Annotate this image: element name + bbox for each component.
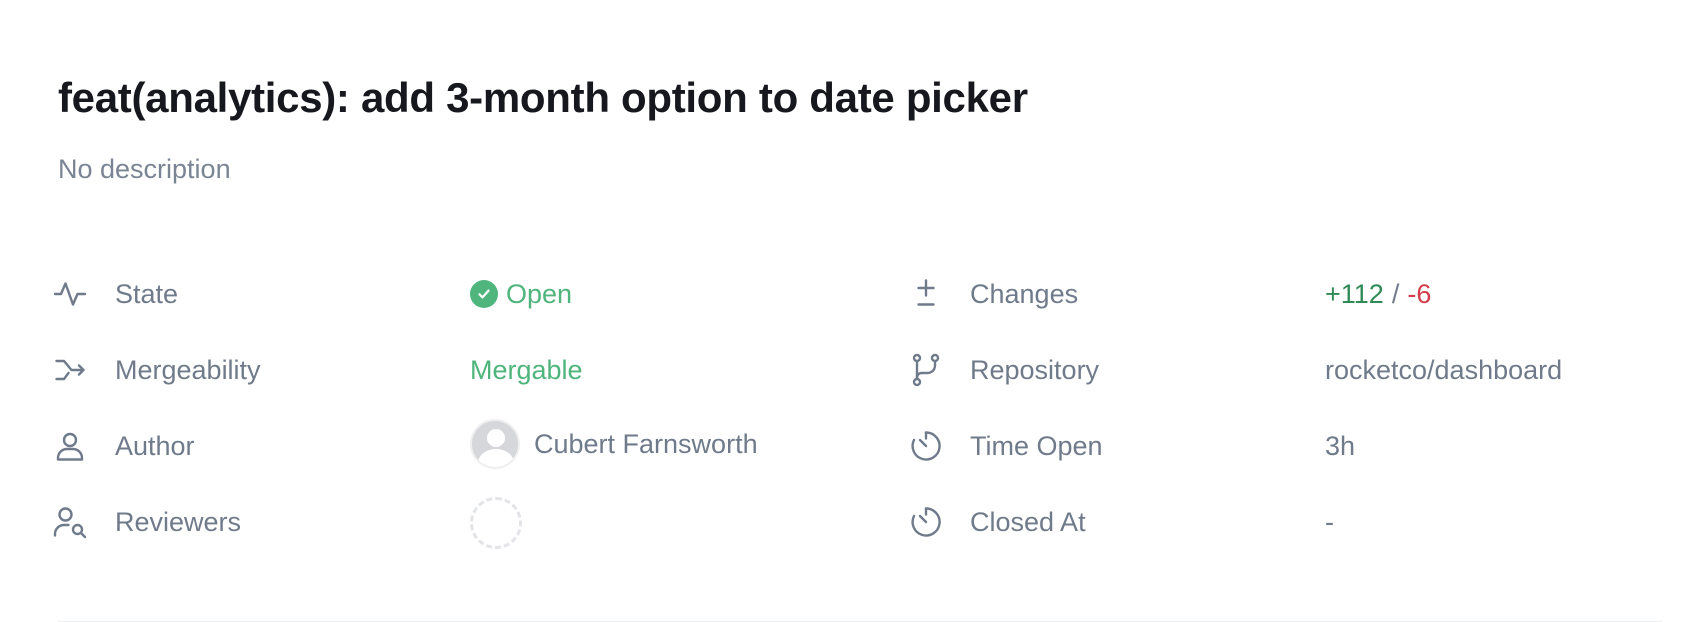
changes-label: Changes xyxy=(970,278,1079,309)
author-value[interactable]: Cubert Farnsworth xyxy=(470,416,758,472)
user-icon xyxy=(52,428,88,464)
repository-value[interactable]: rocketco/dashboard xyxy=(1325,350,1562,390)
time-open-label: Time Open xyxy=(970,430,1103,461)
state-value: Open xyxy=(506,278,573,309)
reviewers-value[interactable] xyxy=(470,496,522,550)
empty-reviewer-avatar[interactable] xyxy=(470,497,522,549)
field-reviewers xyxy=(52,502,88,542)
deletions-count: -6 xyxy=(1407,278,1432,309)
closed-at-label: Closed At xyxy=(970,506,1086,537)
additions-count: +112 xyxy=(1325,278,1384,309)
page-title: feat(analytics): add 3-month option to d… xyxy=(58,74,1028,121)
field-closed-at xyxy=(908,502,944,542)
pr-description: No description xyxy=(58,154,231,184)
plus-minus-icon xyxy=(908,276,944,312)
check-icon xyxy=(470,280,498,308)
time-open-value: 3h xyxy=(1325,430,1356,461)
closed-at-value: - xyxy=(1325,506,1334,537)
field-state xyxy=(52,274,88,314)
author-label: Author xyxy=(115,430,195,461)
mergeability-value: Mergable xyxy=(470,354,583,385)
user-search-icon xyxy=(52,504,88,540)
changes-value: +112 / -6 xyxy=(1325,274,1431,314)
pull-request-details: feat(analytics): add 3-month option to d… xyxy=(0,0,1692,622)
field-time-open xyxy=(908,426,944,466)
author-name[interactable]: Cubert Farnsworth xyxy=(534,429,758,460)
mergeability-label: Mergeability xyxy=(115,354,261,385)
state-badge: Open xyxy=(470,274,572,314)
field-mergeability xyxy=(52,350,88,390)
git-branch-icon xyxy=(908,352,944,388)
repository-label: Repository xyxy=(970,354,1100,385)
field-author xyxy=(52,426,88,466)
reviewers-label: Reviewers xyxy=(115,506,242,537)
avatar[interactable] xyxy=(470,419,520,469)
field-repository xyxy=(908,350,944,390)
field-changes xyxy=(908,274,944,314)
timer-icon xyxy=(908,504,944,540)
changes-separator: / xyxy=(1391,278,1400,309)
activity-icon xyxy=(52,276,88,312)
state-label: State xyxy=(115,278,179,309)
merge-arrow-icon xyxy=(52,352,88,388)
timer-icon xyxy=(908,428,944,464)
